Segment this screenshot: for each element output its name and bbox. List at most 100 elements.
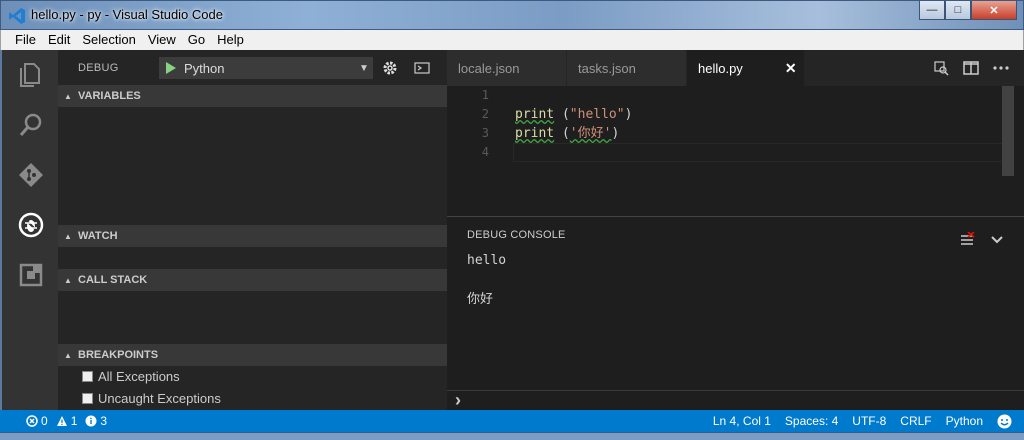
call-stack-section-title: CALL STACK [78,274,148,286]
breakpoints-section-header[interactable]: ▲ BREAKPOINTS [58,344,447,366]
editor-scrollbar[interactable] [1002,86,1014,176]
launch-config-select[interactable]: Python ▼ [159,57,373,79]
breakpoint-checkbox[interactable] [82,371,93,382]
more-actions-icon[interactable] [986,53,1016,83]
breakpoint-label: All Exceptions [98,369,180,384]
console-output-line: 你好 [467,291,494,306]
breakpoint-item[interactable]: All Exceptions [82,369,180,384]
code-token-punct: ( [554,107,570,122]
tab-hello-py[interactable]: hello.py ✕ [687,50,805,86]
tab-tasks-json[interactable]: tasks.json [567,50,687,86]
git-icon[interactable] [16,160,46,190]
console-input[interactable]: › [447,390,1024,410]
code-token-punct: ( [554,126,570,141]
variables-section-title: VARIABLES [78,90,141,102]
editor-tabs: locale.json tasks.json hello.py ✕ [447,50,1024,86]
debug-console-toggle-icon[interactable] [407,57,437,79]
gear-icon[interactable] [375,57,405,79]
breakpoints-section-title: BREAKPOINTS [78,349,159,361]
collapse-arrow-icon: ▲ [64,91,72,101]
indentation[interactable]: Spaces: 4 [785,414,838,428]
clear-console-icon[interactable] [952,225,982,255]
line-number: 2 [481,107,489,121]
menu-selection[interactable]: Selection [76,30,141,50]
chevron-right-icon: › [455,390,461,410]
debug-header: DEBUG Python ▼ [58,50,447,86]
info-count: 3 [100,414,108,428]
variables-section-header[interactable]: ▲ VARIABLES [58,85,447,107]
breakpoint-label: Uncaught Exceptions [98,391,221,406]
call-stack-section-header[interactable]: ▲ CALL STACK [58,269,447,291]
code-token-punct: ) [624,107,633,122]
line-ending[interactable]: CRLF [900,414,931,428]
problems-indicator[interactable]: 0 1 3 [0,414,115,428]
split-editor-icon[interactable] [956,53,986,83]
tab-label: locale.json [458,60,520,76]
watch-section-title: WATCH [78,230,118,242]
breakpoint-checkbox[interactable] [82,393,93,404]
line-number: 3 [481,126,489,140]
collapse-arrow-icon: ▲ [64,231,72,241]
code-line: print ("hello") [515,105,632,124]
chevron-down-icon[interactable] [982,225,1012,255]
code-token-function: print [515,126,555,141]
collapse-arrow-icon: ▲ [64,275,72,285]
encoding[interactable]: UTF-8 [852,414,886,428]
menu-go[interactable]: Go [182,30,211,50]
title-bar: hello.py - py - Visual Studio Code — □ ✕ [0,0,1024,30]
code-line: print ('你好') [515,124,632,143]
error-icon: 0 [26,414,48,428]
close-icon[interactable]: ✕ [785,60,797,77]
code-token-string: "hello" [569,107,625,122]
panel-actions [952,225,1012,255]
panel-title: DEBUG CONSOLE [467,229,566,241]
line-number: 4 [481,145,489,159]
start-debugging-icon[interactable] [160,58,182,78]
explorer-icon[interactable] [16,60,46,90]
console-output-line: hello [467,253,507,268]
minimize-button[interactable]: — [919,1,945,20]
window-controls: — □ ✕ [919,1,1017,21]
watch-section-header[interactable]: ▲ WATCH [58,225,447,247]
language-mode[interactable]: Python [946,414,983,428]
menu-edit[interactable]: Edit [42,30,76,50]
menu-view[interactable]: View [142,30,182,50]
debug-icon[interactable] [16,210,46,240]
code-token-string: '你好' [569,126,612,141]
info-icon: 3 [85,414,107,428]
launch-config-name: Python [184,60,225,76]
editor-actions [926,50,1016,86]
feedback-smiley-icon[interactable] [997,414,1012,429]
status-bar: 0 1 3 Ln 4, Col 1 Spaces: 4 UTF-8 CRLF P… [0,410,1024,432]
extensions-icon[interactable] [16,260,46,290]
window-frame-bottom [0,432,1024,440]
menu-bar: File Edit Selection View Go Help [0,30,1024,50]
activity-bar [0,50,58,410]
maximize-button[interactable]: □ [945,1,971,20]
tab-label: tasks.json [578,60,636,76]
close-window-button[interactable]: ✕ [971,1,1017,20]
debug-sidebar: DEBUG Python ▼ ▲ VARIABLES ▲ WATCH ▲ CAL… [58,50,447,410]
code-content: print ("hello") print ('你好') [515,86,632,162]
tab-locale-json[interactable]: locale.json [447,50,567,86]
menu-help[interactable]: Help [211,30,250,50]
vscode-logo-icon [9,8,25,24]
open-changes-icon[interactable] [926,53,956,83]
error-count: 0 [41,414,48,428]
warning-count: 1 [70,414,78,428]
debug-title: DEBUG [78,62,119,74]
window-title: hello.py - py - Visual Studio Code [31,7,223,22]
line-number-gutter: 1 2 3 4 [447,86,507,162]
chevron-down-icon: ▼ [359,62,369,74]
menu-file[interactable]: File [9,30,42,50]
line-number: 1 [481,88,489,102]
code-editor[interactable]: 1 2 3 4 print ("hello") print ('你好') [447,86,1024,216]
warning-icon: 1 [56,414,78,428]
status-right: Ln 4, Col 1 Spaces: 4 UTF-8 CRLF Python [699,410,1012,432]
collapse-arrow-icon: ▲ [64,350,72,360]
search-icon[interactable] [16,110,46,140]
cursor-position[interactable]: Ln 4, Col 1 [713,414,771,428]
code-token-function: print [515,107,555,122]
breakpoint-item[interactable]: Uncaught Exceptions [82,391,221,406]
